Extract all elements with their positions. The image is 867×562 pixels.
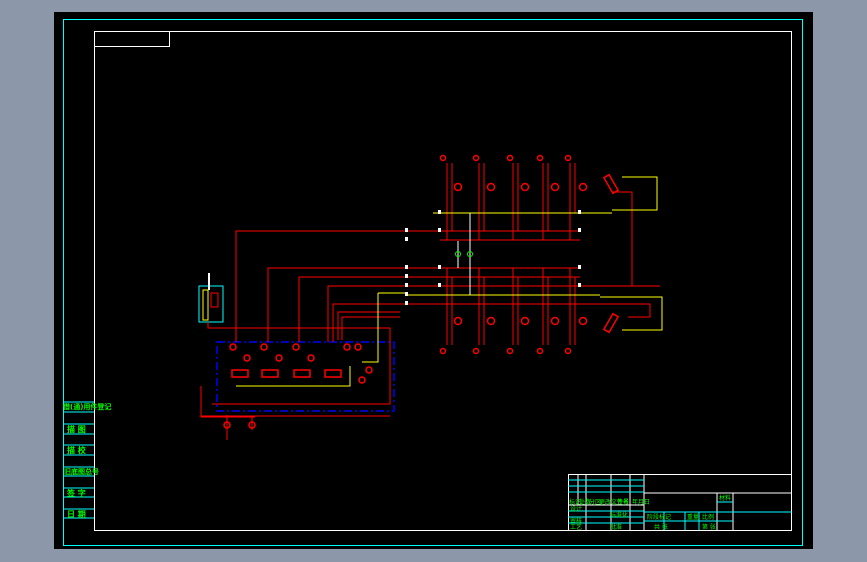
crossover-lines (457, 213, 471, 295)
approval-standard: 标准化 (610, 512, 629, 519)
approval-approve: 批准 (610, 524, 623, 531)
material: 材料 (719, 495, 732, 502)
label-tracing: 描 图 (67, 425, 86, 434)
row-design: 设计 (570, 506, 583, 513)
label-date: 日 期 (67, 510, 86, 519)
outer-frame (63, 19, 803, 546)
row-process: 工艺 (570, 524, 583, 531)
scale: 比例 (702, 514, 715, 521)
label-borrowed-register: 借(通)用件登记 (63, 403, 112, 411)
rev-sign: 签名 (617, 499, 630, 506)
side-signature-column (63, 401, 94, 519)
label-old-drawing-number: 旧底图总号 (64, 468, 99, 476)
manifold-pilot-lines (405, 176, 663, 331)
cad-drawing-viewport[interactable]: 借(通)用件登记 描 图 描 校 旧底图总号 签 字 日 期 标记 处数 分区 … (54, 12, 813, 549)
rev-date: 年月日 (632, 499, 651, 506)
sheet-total: 共 张 (654, 524, 668, 531)
label-trace-check: 描 校 (67, 446, 86, 455)
drawing-code-box (94, 31, 170, 47)
pump-unit (198, 273, 224, 323)
port-markers (405, 210, 581, 305)
pressure-lines (200, 230, 405, 440)
stage-mark: 阶段标记 (647, 514, 672, 521)
drawing-border (94, 31, 792, 531)
hydraulic-cylinders (602, 173, 620, 334)
sheet-number: 第 张 (702, 524, 716, 531)
manifold-lines (400, 163, 660, 345)
weight: 重量 (687, 514, 700, 521)
label-signature: 签 字 (67, 489, 86, 498)
hydraulic-schematic-drawing (63, 19, 803, 546)
